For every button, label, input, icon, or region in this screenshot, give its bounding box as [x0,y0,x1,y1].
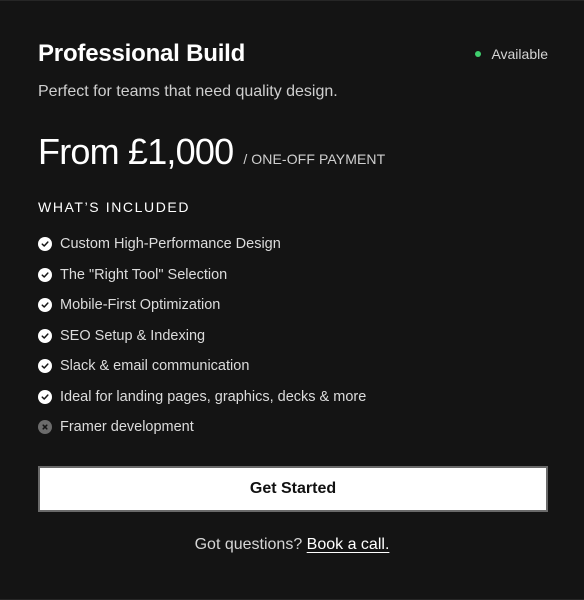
check-circle-icon [38,389,52,404]
feature-item: The "Right Tool" Selection [38,260,366,291]
feature-label: Framer development [60,419,194,436]
feature-item: Mobile-First Optimization [38,290,366,321]
check-circle-icon [38,359,52,374]
plan-subtitle: Perfect for teams that need quality desi… [38,83,338,100]
price-note: / ONE-OFF PAYMENT [243,151,386,167]
feature-item: Framer development [38,412,366,443]
check-circle-icon [38,267,52,282]
get-started-button[interactable]: Get Started [38,466,548,512]
plan-title: Professional Build [38,40,246,67]
book-call-link[interactable]: Book a call. [307,536,390,553]
features-heading: WHAT’S INCLUDED [38,199,191,215]
status-label: Available [491,46,548,62]
check-circle-icon [38,237,52,252]
feature-item: SEO Setup & Indexing [38,321,366,352]
price-row: From £1,000 / ONE-OFF PAYMENT [38,129,385,175]
feature-item: Ideal for landing pages, graphics, decks… [38,382,366,413]
feature-label: The "Right Tool" Selection [60,266,228,283]
help-line: Got questions? Book a call. [0,535,584,555]
feature-label: Mobile-First Optimization [60,297,221,314]
feature-label: Ideal for landing pages, graphics, decks… [60,388,367,405]
help-question: Got questions? [194,536,303,553]
feature-item: Custom High-Performance Design [38,229,366,260]
feature-item: Slack & email communication [38,351,366,382]
feature-label: SEO Setup & Indexing [60,327,206,344]
pricing-card: Professional Build Available Perfect for… [0,0,584,600]
check-circle-icon [38,298,52,313]
features-list: Custom High-Performance Design The "Right… [38,229,366,443]
plan-price: From £1,000 [38,131,234,172]
check-circle-icon [38,328,52,343]
availability-status: Available [475,45,548,63]
feature-label: Custom High-Performance Design [60,236,281,253]
feature-label: Slack & email communication [60,358,250,375]
status-dot-icon [475,51,482,57]
x-circle-icon [38,420,52,435]
